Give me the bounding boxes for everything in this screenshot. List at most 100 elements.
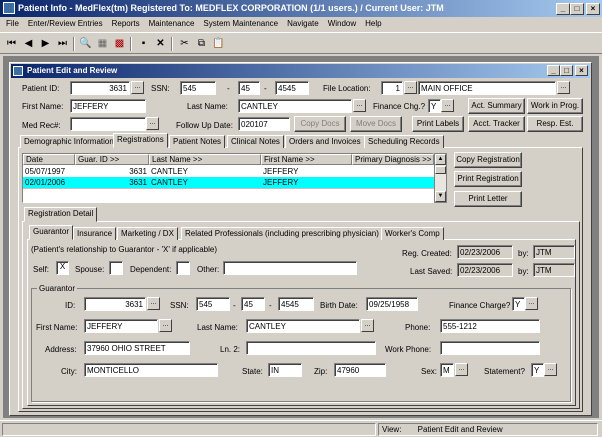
copy-icon[interactable]: ⧉ [194, 36, 209, 51]
guarantor-id-field[interactable]: 3631 [84, 297, 146, 311]
statement-lookup-button[interactable]: ... [544, 363, 557, 376]
table-row[interactable]: 05/07/1997 3631 CANTLEY JEFFERY [23, 166, 434, 177]
ssn-part2-field[interactable]: 45 [238, 81, 260, 95]
tab-marketing-dx[interactable]: Marketing / DX [117, 227, 178, 240]
self-checkbox[interactable]: X [56, 261, 69, 275]
med-rec-field[interactable] [70, 117, 146, 131]
menu-enter-review[interactable]: Enter/Review Entries [28, 19, 103, 31]
paste-icon[interactable]: 📋 [211, 36, 226, 51]
birth-date-field[interactable]: 09/25/1958 [366, 297, 418, 311]
tab-workers-comp[interactable]: Worker's Comp [381, 227, 444, 240]
guarantor-ssn-part2[interactable]: 45 [241, 297, 265, 311]
column-header-first-name[interactable]: First Name >> [261, 154, 352, 165]
file-location-name-lookup-button[interactable]: ... [557, 81, 570, 94]
address-line2-field[interactable] [246, 341, 376, 355]
file-location-name-field[interactable]: MAIN OFFICE [418, 81, 556, 95]
column-header-primary-diagnosis[interactable]: Primary Diagnosis >> [352, 154, 434, 165]
ssn-part3-field[interactable]: 4545 [275, 81, 309, 95]
city-field[interactable]: MONTICELLO [84, 363, 218, 377]
guarantor-ssn-part1[interactable]: 545 [196, 297, 230, 311]
save-icon[interactable]: ▪ [136, 36, 151, 51]
close-icon[interactable]: × [586, 3, 600, 15]
close-record-icon[interactable]: ✕ [153, 36, 168, 51]
finance-charge-field[interactable]: Y [512, 297, 525, 311]
scroll-thumb[interactable] [435, 166, 446, 174]
tab-clinical-notes[interactable]: Clinical Notes [227, 135, 284, 148]
acct-tracker-button[interactable]: Acct. Tracker [468, 116, 525, 132]
delete-grid-icon[interactable]: ▩ [112, 36, 127, 51]
other-relationship-field[interactable] [223, 261, 357, 275]
tab-patient-notes[interactable]: Patient Notes [169, 135, 226, 148]
child-close-icon[interactable]: × [575, 65, 588, 76]
guarantor-id-lookup-button[interactable]: ... [147, 297, 160, 310]
guarantor-ssn-part3[interactable]: 4545 [278, 297, 314, 311]
tab-guarantor[interactable]: Guarantor [29, 225, 74, 240]
statement-field[interactable]: Y [531, 363, 544, 377]
first-name-field[interactable]: JEFFERY [70, 99, 146, 113]
guarantor-first-name-field[interactable]: JEFFERY [84, 319, 158, 333]
spouse-checkbox[interactable] [109, 261, 123, 275]
menu-window[interactable]: Window [328, 19, 356, 31]
child-minimize-icon[interactable]: _ [547, 65, 560, 76]
table-row[interactable] [23, 188, 434, 199]
resp-est-button[interactable]: Resp. Est. [527, 116, 583, 132]
ssn-part1-field[interactable]: 545 [180, 81, 216, 95]
menu-help[interactable]: Help [365, 19, 381, 31]
column-header-date[interactable]: Date [23, 154, 75, 165]
tab-orders-invoices[interactable]: Orders and Invoices [285, 135, 365, 148]
file-location-lookup-button[interactable]: ... [404, 81, 417, 94]
search-icon[interactable]: 🔍 [78, 36, 93, 51]
finance-charge-lookup-button[interactable]: ... [525, 297, 538, 310]
patient-id-field[interactable]: 3631 [70, 81, 130, 95]
menu-maintenance[interactable]: Maintenance [149, 19, 195, 31]
last-record-icon[interactable]: ⏭ [55, 36, 70, 51]
scroll-up-icon[interactable]: ▲ [435, 154, 446, 165]
dependent-checkbox[interactable] [176, 261, 190, 275]
column-header-guar-id[interactable]: Guar. ID >> [75, 154, 149, 165]
tab-insurance[interactable]: Insurance [73, 227, 117, 240]
copy-registration-button[interactable]: Copy Registration [454, 152, 522, 168]
guarantor-last-name-lookup-button[interactable]: ... [361, 319, 374, 332]
column-header-last-name[interactable]: Last Name >> [149, 154, 261, 165]
work-phone-field[interactable] [440, 341, 540, 355]
copy-docs-button[interactable]: Copy Docs [294, 116, 346, 132]
phone-field[interactable]: 555-1212 [440, 319, 540, 333]
menu-navigate[interactable]: Navigate [287, 19, 319, 31]
zip-field[interactable]: 47960 [334, 363, 386, 377]
menu-system-maintenance[interactable]: System Maintenance [203, 19, 278, 31]
move-docs-button[interactable]: Move Docs [350, 116, 402, 132]
tab-registration-detail[interactable]: Registration Detail [24, 207, 98, 222]
finance-chg-lookup-button[interactable]: ... [441, 99, 454, 112]
tab-related-professionals[interactable]: Related Professionals (including prescri… [181, 227, 383, 240]
maximize-icon[interactable]: □ [570, 3, 584, 15]
work-in-progress-button[interactable]: Work in Prog. [527, 98, 583, 114]
menu-reports[interactable]: Reports [112, 19, 140, 31]
act-summary-button[interactable]: Act. Summary [468, 98, 525, 114]
table-row-selected[interactable]: 02/01/2006 3631 CANTLEY JEFFERY [23, 177, 434, 188]
last-name-lookup-button[interactable]: ... [353, 99, 366, 112]
print-labels-button[interactable]: Print Labels [412, 116, 464, 132]
tab-scheduling-records[interactable]: Scheduling Records [364, 135, 444, 148]
cut-icon[interactable]: ✂ [177, 36, 192, 51]
grid-icon[interactable]: ▦ [95, 36, 110, 51]
file-location-number-field[interactable]: 1 [381, 81, 403, 95]
sex-field[interactable]: M [440, 363, 454, 377]
finance-chg-field[interactable]: Y [428, 99, 441, 113]
registrations-grid[interactable]: Date Guar. ID >> Last Name >> First Name… [22, 153, 434, 203]
child-maximize-icon[interactable]: □ [560, 65, 573, 76]
tab-demographic-information[interactable]: Demographic Information [20, 135, 118, 148]
patient-id-lookup-button[interactable]: ... [131, 81, 144, 94]
prev-record-icon[interactable]: ◀ [21, 36, 36, 51]
address-field[interactable]: 37960 OHIO STREET [84, 341, 190, 355]
next-record-icon[interactable]: ▶ [38, 36, 53, 51]
sex-lookup-button[interactable]: ... [455, 363, 468, 376]
first-record-icon[interactable]: ⏮ [4, 36, 19, 51]
minimize-icon[interactable]: _ [556, 3, 570, 15]
med-rec-lookup-button[interactable]: ... [146, 117, 159, 130]
print-registration-button[interactable]: Print Registration [454, 171, 522, 187]
tab-registrations[interactable]: Registrations [113, 133, 168, 148]
print-letter-button[interactable]: Print Letter [454, 191, 522, 207]
follow-up-date-field[interactable]: 020107 [238, 117, 290, 131]
state-field[interactable]: IN [268, 363, 302, 377]
menu-file[interactable]: File [6, 19, 19, 31]
